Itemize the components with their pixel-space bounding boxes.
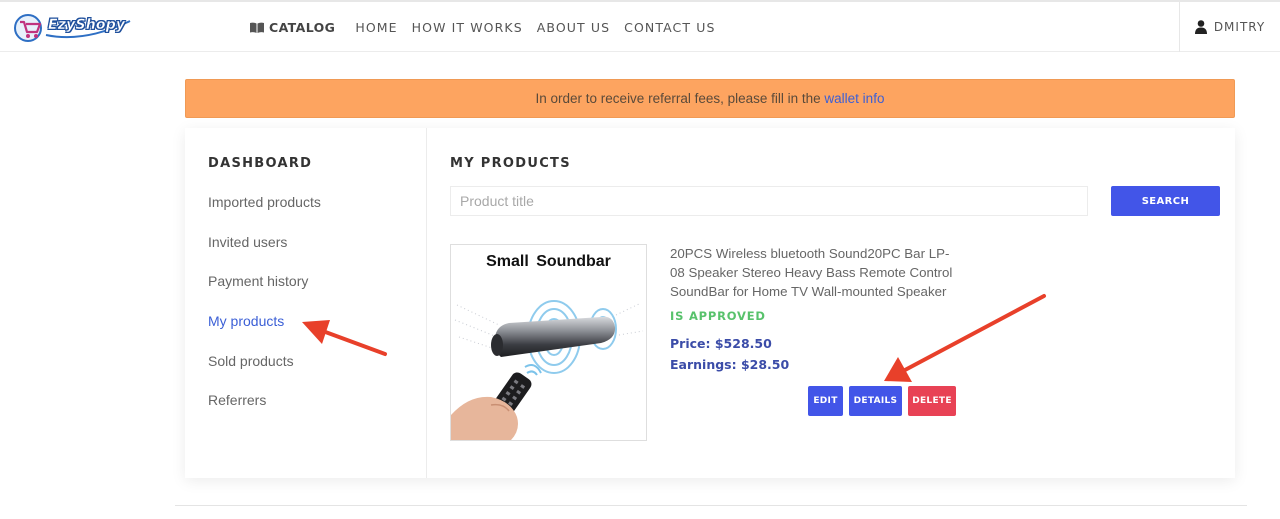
top-navbar: EzyShopy CATALOG HOME HOW IT WORKS ABOUT… (0, 0, 1280, 52)
sidebar-item-sold-products[interactable]: Sold products (208, 353, 294, 369)
sidebar-item-payment-history[interactable]: Payment history (208, 273, 308, 289)
user-menu[interactable]: DMITRY (1179, 2, 1280, 52)
sidebar-item-referrers[interactable]: Referrers (208, 392, 266, 408)
nav-catalog[interactable]: CATALOG (250, 20, 335, 35)
user-name: DMITRY (1213, 20, 1266, 34)
book-icon (250, 22, 264, 33)
delete-button[interactable]: DELETE (908, 386, 956, 416)
nav-home[interactable]: HOME (355, 20, 397, 35)
user-icon (1194, 20, 1207, 34)
nav-how-it-works[interactable]: HOW IT WORKS (412, 20, 523, 35)
footer-divider (175, 505, 1247, 506)
details-button[interactable]: DETAILS (849, 386, 902, 416)
page-title: MY PRODUCTS (450, 156, 571, 171)
alert-text: In order to receive referral fees, pleas… (535, 91, 825, 106)
product-name[interactable]: 20PCS Wireless bluetooth Sound20PC Bar L… (670, 244, 960, 301)
cart-logo-icon (14, 14, 42, 42)
product-price: Price: $528.50 (670, 336, 772, 351)
soundbar-illustration (451, 300, 644, 440)
nav-catalog-label: CATALOG (269, 20, 336, 35)
nav-contact-us[interactable]: CONTACT US (624, 20, 715, 35)
status-badge: IS APPROVED (670, 309, 766, 323)
brand-logo[interactable]: EzyShopy (14, 12, 131, 44)
dashboard-card: DASHBOARD Imported products Invited user… (185, 128, 1235, 478)
product-info: 20PCS Wireless bluetooth Sound20PC Bar L… (670, 244, 960, 372)
main-nav: CATALOG HOME HOW IT WORKS ABOUT US CONTA… (250, 20, 729, 35)
edit-button[interactable]: EDIT (808, 386, 843, 416)
product-earnings: Earnings: $28.50 (670, 357, 790, 372)
sidebar-item-my-products[interactable]: My products (208, 313, 284, 329)
sidebar-item-imported-products[interactable]: Imported products (208, 194, 321, 210)
nav-about-us[interactable]: ABOUT US (537, 20, 610, 35)
product-title-search-input[interactable] (450, 186, 1088, 216)
sidebar-item-invited-users[interactable]: Invited users (208, 234, 287, 250)
product-image[interactable]: Small Soundbar (450, 244, 647, 441)
brand-name: EzyShopy (48, 17, 126, 33)
search-button[interactable]: SEARCH (1111, 186, 1220, 216)
sidebar-title: DASHBOARD (208, 156, 313, 171)
wallet-info-link[interactable]: wallet info (824, 91, 884, 106)
dashboard-sidebar: DASHBOARD Imported products Invited user… (185, 128, 427, 478)
referral-alert: In order to receive referral fees, pleas… (185, 79, 1235, 118)
